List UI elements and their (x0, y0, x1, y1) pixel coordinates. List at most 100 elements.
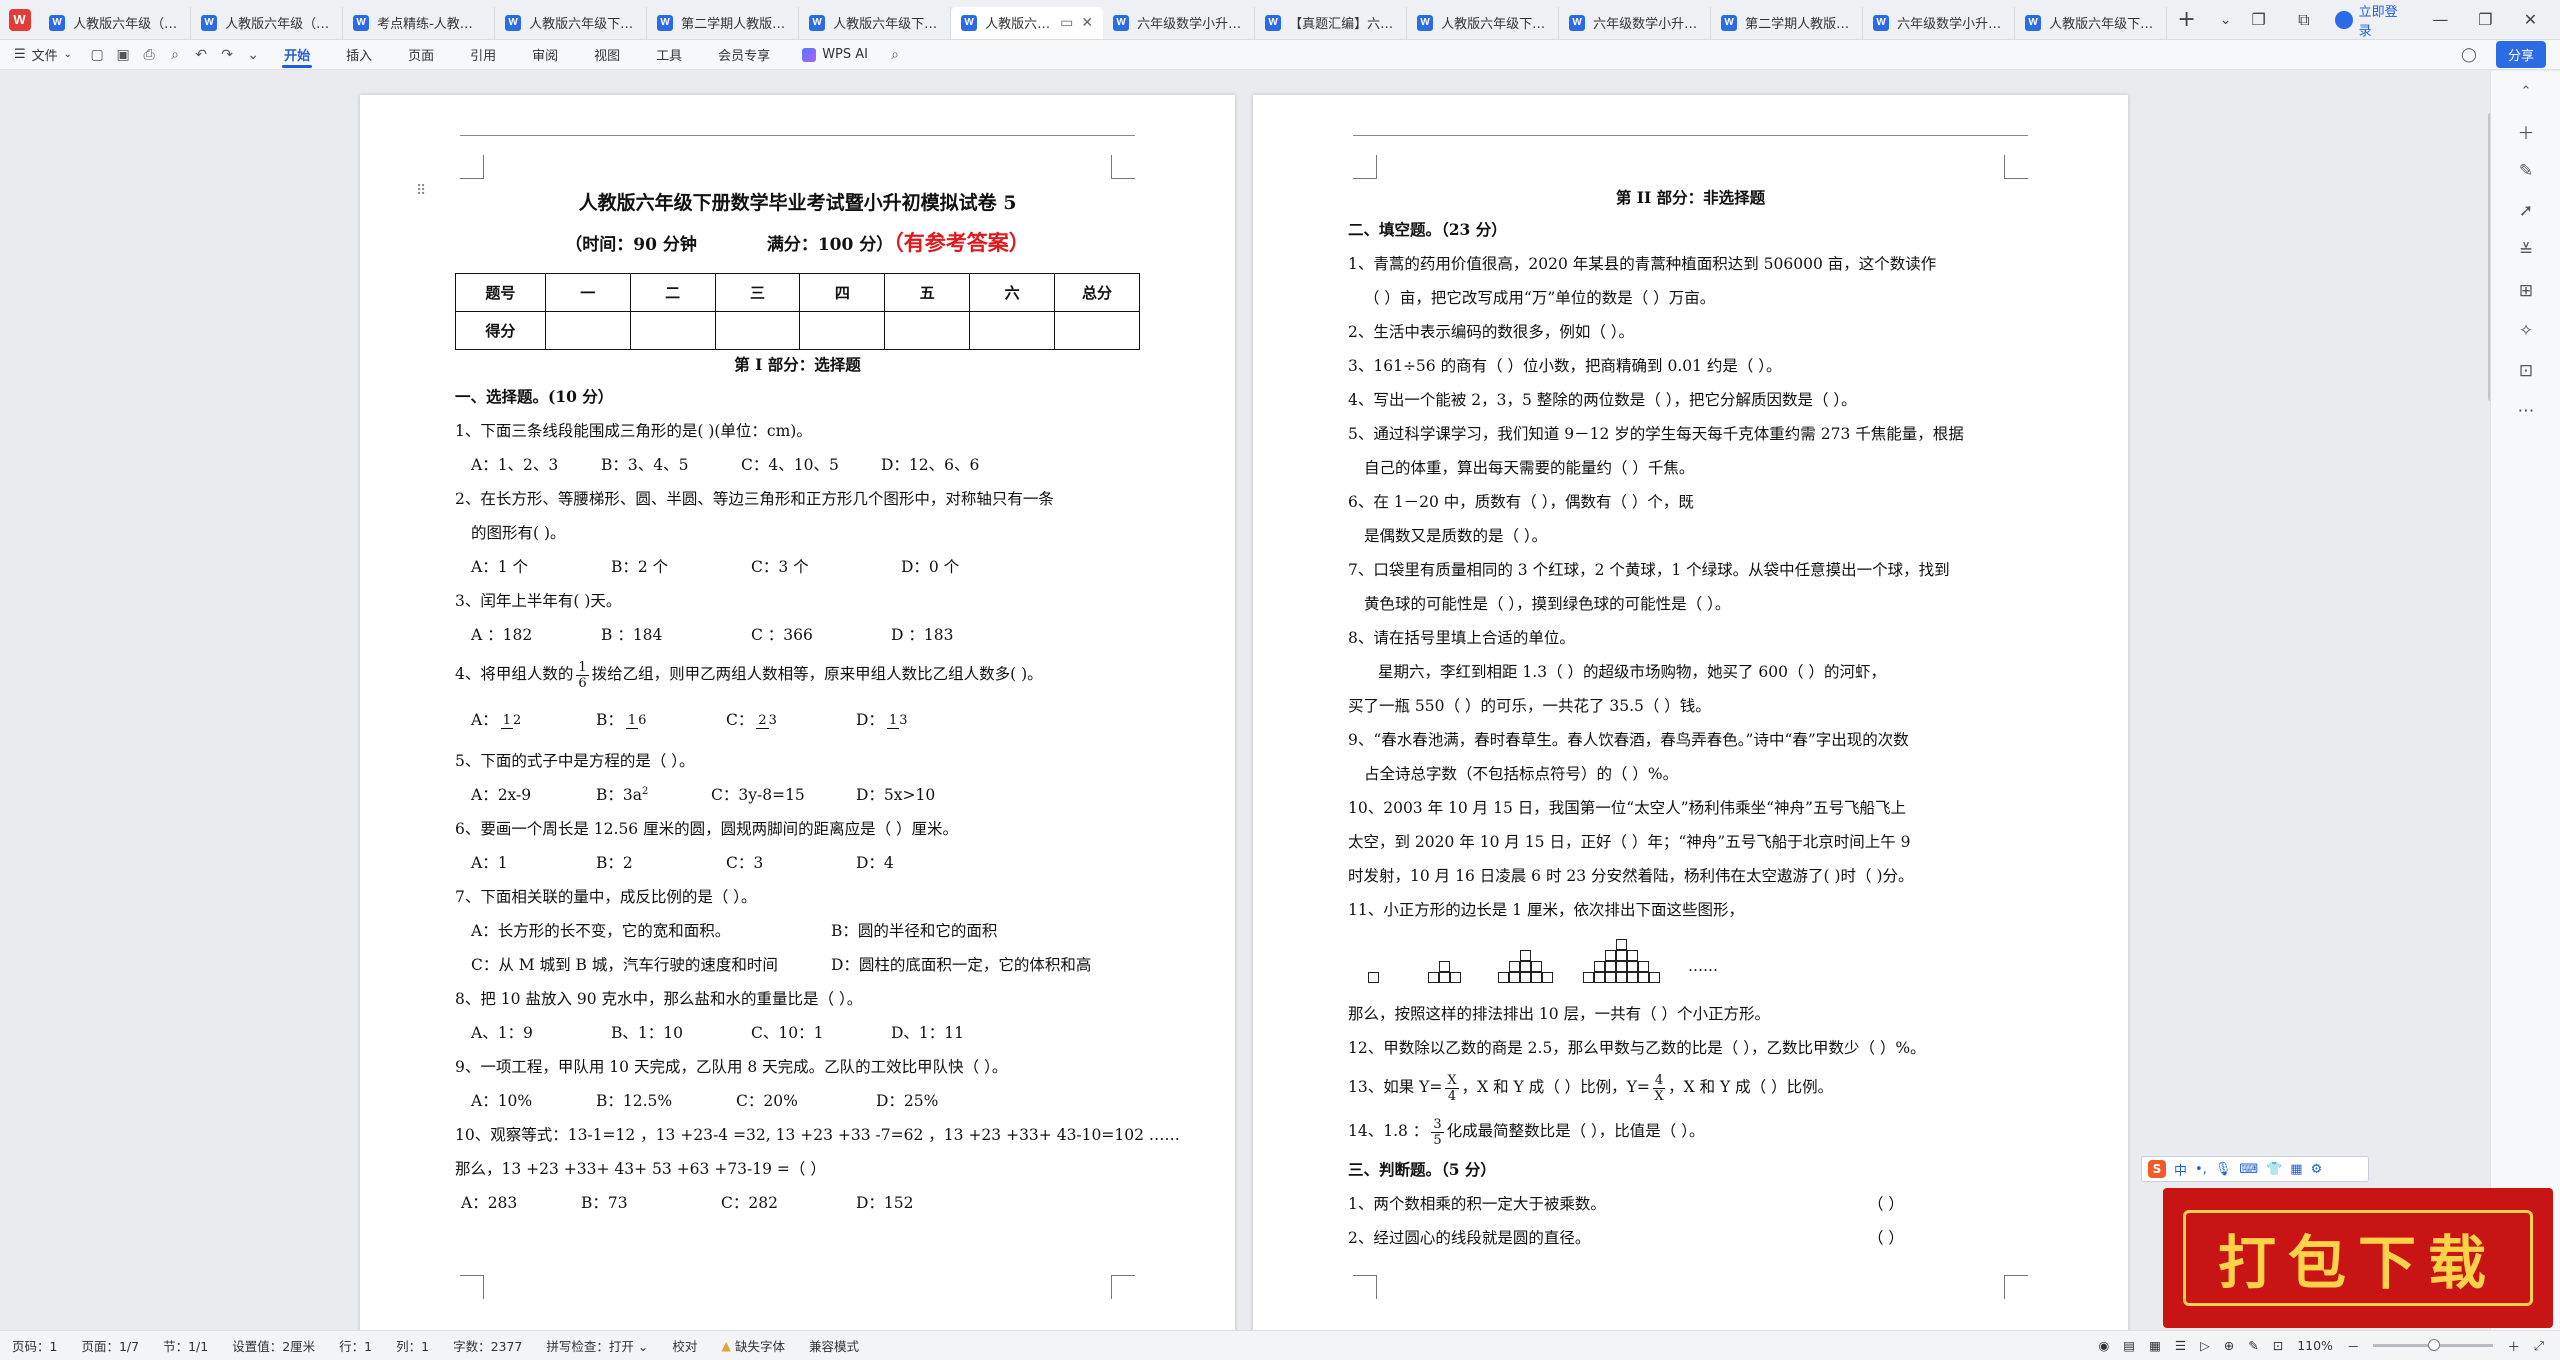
undo-icon[interactable]: ↶ (188, 47, 214, 63)
ribbon-tab[interactable]: 页面 (390, 40, 452, 70)
new-tab-icon[interactable]: + (2167, 7, 2206, 32)
ribbon-tab[interactable]: 审阅 (514, 40, 576, 70)
outline-view-icon[interactable]: ☰ (2175, 1338, 2186, 1353)
document-workspace[interactable]: ⠿ 人教版六年级下册数学毕业考试暨小升初模拟试卷 5 （时间：90 分钟 满分：1… (0, 71, 2490, 1330)
proofread-button[interactable]: 校对 (660, 1336, 709, 1355)
ribbon-tab[interactable]: 开始 (266, 40, 328, 70)
drag-handle-icon[interactable]: ⠿ (416, 183, 426, 199)
new-document-icon[interactable]: ▢ (84, 47, 110, 63)
page-view-icon[interactable]: ▤ (2123, 1338, 2135, 1353)
tab-document[interactable]: W 人教版六年级 ▭ ✕ (951, 6, 1104, 39)
status-page[interactable]: 页面：1/7 (69, 1336, 151, 1355)
select-cursor-icon[interactable]: ➚ (2491, 191, 2560, 231)
tab-monitor-icon[interactable]: ▭ (1060, 15, 1073, 31)
redo-icon[interactable]: ↷ (214, 47, 240, 63)
ribbon-tab[interactable]: 工具 (638, 40, 700, 70)
status-row[interactable]: 行：1 (327, 1336, 384, 1355)
numerator: 1 (576, 659, 589, 676)
tab-document[interactable]: W 人教版六年级下册数 (495, 6, 648, 39)
read-mode-icon[interactable]: ▷ (2200, 1338, 2210, 1353)
web-view-icon[interactable]: ▦ (2149, 1338, 2161, 1353)
backup-icon[interactable]: ⊡ (2491, 351, 2560, 391)
file-menu[interactable]: ☰ 文件 ⌄ (0, 45, 84, 64)
print-preview-icon[interactable]: ⌕ (162, 47, 188, 63)
ribbon-tab[interactable]: 会员专享 (700, 40, 788, 70)
tab-list-chevron-icon[interactable]: ⌄ (2206, 12, 2245, 28)
more-chevron-icon[interactable]: ⌄ (240, 47, 266, 63)
fit-page-icon[interactable]: ⊡ (2273, 1338, 2283, 1353)
window-layout-icon[interactable]: ❐ (2245, 10, 2272, 29)
eye-protection-icon[interactable]: ◉ (2098, 1338, 2109, 1353)
tab-document[interactable]: W 六年级数学小升初考 (1103, 6, 1256, 39)
tab-document[interactable]: W 六年级数学小升初考 (1559, 6, 1712, 39)
adjust-icon[interactable]: ≚ (2491, 231, 2560, 271)
toolbox-icon[interactable]: ▦ (2290, 1162, 2302, 1177)
tab-document[interactable]: W 【真题汇编】六年级 (1255, 6, 1408, 39)
keyboard-icon[interactable]: ⌨ (2239, 1162, 2258, 1177)
settings-icon[interactable]: ⚙ (2311, 1162, 2323, 1177)
status-col[interactable]: 列：1 (384, 1336, 441, 1355)
ime-mode[interactable]: 中 (2174, 1160, 2187, 1179)
status-page-code[interactable]: 页码：1 (0, 1336, 69, 1355)
write-mode-icon[interactable]: ✎ (2248, 1338, 2258, 1353)
tab-label: 第二学期人教版小升 (681, 17, 789, 32)
status-setting[interactable]: 设置值：2厘米 (220, 1336, 327, 1355)
document-page-1[interactable]: ⠿ 人教版六年级下册数学毕业考试暨小升初模拟试卷 5 （时间：90 分钟 满分：1… (360, 95, 1235, 1330)
tab-document[interactable]: W 考点精练-人教版六年 (343, 6, 496, 39)
restore-icon[interactable]: ❐ (2472, 10, 2499, 29)
ime-toolbar[interactable]: S 中 •, 🎙 ⌨ 👕 ▦ ⚙ (2141, 1156, 2369, 1182)
tab-document[interactable]: W 人教版六年级（小升 (39, 6, 192, 39)
fullscreen-icon[interactable]: ⤢ (2534, 1338, 2544, 1354)
status-word-count[interactable]: 字数：2377 (441, 1336, 534, 1355)
ribbon-tab[interactable]: 插入 (328, 40, 390, 70)
tab-label: 人教版六年级下册数 (529, 17, 637, 32)
more-icon[interactable]: ⋯ (2491, 391, 2560, 431)
magic-tool-icon[interactable]: ✧ (2491, 311, 2560, 351)
sync-icon[interactable]: ⧉ (2290, 10, 2317, 30)
status-section[interactable]: 节：1/1 (151, 1336, 220, 1355)
ribbon-tab[interactable]: 视图 (576, 40, 638, 70)
print-icon[interactable]: ⎙ (136, 47, 162, 63)
wps-ai-button[interactable]: WPS AI (788, 47, 882, 62)
skin-icon[interactable]: 👕 (2266, 1162, 2282, 1177)
document-page-2[interactable]: 第 II 部分：非选择题 二、填空题。（23 分） 1、青蒿的药用价值很高，20… (1253, 95, 2128, 1330)
ribbon-tab[interactable]: 引用 (452, 40, 514, 70)
option-d: D：4 (856, 854, 894, 872)
option-letter: C： (726, 711, 754, 729)
zoom-slider-knob[interactable] (2428, 1339, 2441, 1351)
tab-document[interactable]: W 第二学期人教版小升 (1711, 6, 1864, 39)
share-button[interactable]: 分享 (2495, 41, 2546, 68)
login-button[interactable]: 立即登录 (2335, 1, 2408, 39)
tab-document[interactable]: W 人教版六年级下册数 (1407, 6, 1560, 39)
unit-square (1439, 961, 1450, 972)
zoom-slider[interactable] (2373, 1339, 2494, 1351)
search-icon[interactable]: ⌕ (882, 47, 908, 63)
spell-check[interactable]: 拼写检查：打开 ⌄ (534, 1336, 660, 1355)
tab-close-icon[interactable]: ✕ (1081, 15, 1093, 31)
edit-pen-icon[interactable]: ✎ (2491, 151, 2560, 191)
mic-icon[interactable]: 🎙 (2215, 1162, 2232, 1177)
missing-font-button[interactable]: ▲ 缺失字体 (709, 1336, 797, 1355)
tab-document[interactable]: W 人教版六年级下册数 (2015, 6, 2168, 39)
tab-document[interactable]: W 人教版六年级下册数 (799, 6, 952, 39)
judge-text: 1、两个数相乘的积一定大于被乘数。 (1348, 1195, 1606, 1213)
zoom-in-icon[interactable]: ＋ (2507, 1336, 2520, 1355)
globe-icon[interactable]: ⊕ (2224, 1338, 2234, 1353)
tab-document[interactable]: W 六年级数学小升初考 (1863, 6, 2016, 39)
new-icon[interactable]: ＋ (2491, 111, 2560, 151)
save-icon[interactable]: ▣ (110, 47, 136, 63)
fill-line: （ ）亩，把它改写成用“万”单位的数是（ ）万亩。 (1364, 289, 1716, 307)
zoom-level[interactable]: 110% (2297, 1338, 2333, 1353)
wps-logo-icon[interactable]: W (0, 0, 39, 40)
tab-document[interactable]: W 第二学期人教版小升 (647, 6, 800, 39)
comment-icon[interactable]: ◯ (2456, 47, 2482, 63)
minimize-icon[interactable]: — (2427, 10, 2454, 29)
tab-document[interactable]: W 人教版六年级（小升 (191, 6, 344, 39)
close-icon[interactable]: ✕ (2517, 10, 2544, 29)
zoom-out-icon[interactable]: － (2347, 1336, 2360, 1355)
translate-icon[interactable]: ⊞ (2491, 271, 2560, 311)
corner-mark (460, 1275, 484, 1299)
collapse-chevron-icon[interactable]: ⌃ (2491, 71, 2560, 111)
punctuation-icon[interactable]: •, (2195, 1162, 2207, 1177)
download-badge[interactable]: 打包下载 (2163, 1188, 2553, 1328)
